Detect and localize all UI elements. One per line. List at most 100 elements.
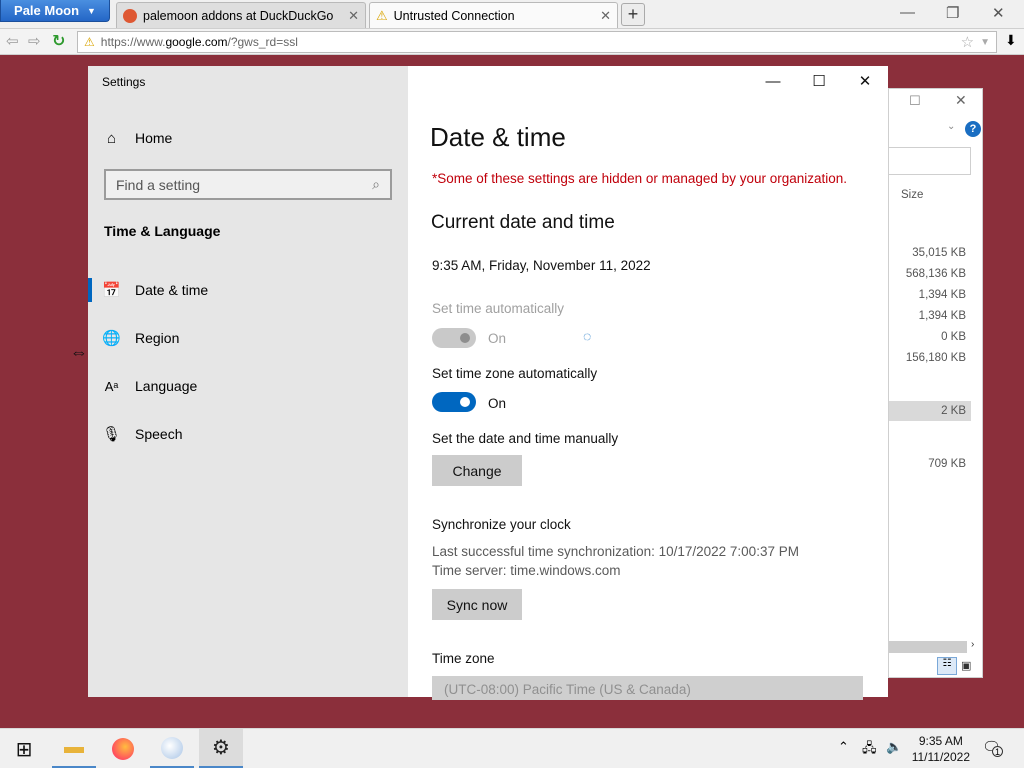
horizontal-scrollbar[interactable]: [889, 641, 967, 653]
home-icon: ⌂: [106, 129, 117, 147]
settings-window: Settings ⌂ Home Find a setting ⌕ Time & …: [88, 66, 888, 700]
nav-language[interactable]: Aᵃ Language: [88, 364, 408, 408]
star-icon[interactable]: ☆: [961, 33, 974, 51]
file-size: 709 KB: [928, 458, 966, 470]
set-time-auto-label: Set time automatically: [432, 301, 565, 316]
close-tab-icon[interactable]: ✕: [600, 8, 611, 24]
url-suffix: /?gws_rd=ssl: [227, 35, 298, 49]
scroll-right-icon[interactable]: ›: [971, 639, 974, 650]
clock-time: 9:35 AM: [918, 734, 963, 748]
change-button[interactable]: Change: [432, 455, 522, 486]
settings-nav-pane: Settings ⌂ Home Find a setting ⌕ Time & …: [88, 66, 408, 697]
url-prefix: https://www.: [100, 35, 166, 49]
nav-region[interactable]: 🌐 Region: [88, 316, 408, 360]
nav-date-time[interactable]: 📅 Date & time: [88, 268, 408, 312]
url-bar[interactable]: ⚠ https://www.google.com/?gws_rd=ssl ☆ ▼: [77, 31, 997, 53]
toggle-knob: [460, 333, 470, 343]
find-setting-input[interactable]: Find a setting ⌕: [104, 169, 392, 200]
url-text: https://www.google.com/?gws_rd=ssl: [101, 35, 298, 49]
close-icon[interactable]: ✕: [992, 4, 1005, 22]
search-icon: ⌕: [372, 176, 380, 192]
new-tab-label: +: [627, 4, 639, 24]
file-size: 35,015 KB: [912, 247, 966, 259]
url-domain: google.com: [165, 35, 228, 49]
forward-icon[interactable]: ⇨: [28, 32, 41, 50]
set-time-auto-toggle[interactable]: [432, 328, 476, 348]
explorer-search-input[interactable]: [889, 147, 971, 175]
notification-center-button[interactable]: 🗨 1: [982, 738, 1004, 758]
gear-icon: ⚙: [212, 737, 230, 759]
dropdown-icon[interactable]: ▼: [980, 37, 996, 48]
folder-icon: ▬: [64, 736, 84, 758]
app-menu-label: Pale Moon: [14, 3, 80, 18]
nav-item-label: Date & time: [135, 282, 209, 298]
warning-icon: ⚠: [376, 7, 388, 23]
minimize-icon[interactable]: —: [900, 4, 915, 21]
new-tab-button[interactable]: +: [621, 3, 645, 26]
download-icon[interactable]: ⬇: [1005, 32, 1017, 49]
minimize-button[interactable]: —: [750, 66, 796, 96]
section-heading: Time & Language: [104, 223, 221, 239]
minimize-icon: —: [765, 72, 781, 90]
selection-indicator: [88, 278, 92, 302]
thumbnail-view-icon[interactable]: ▣: [961, 659, 971, 672]
firefox-icon: [112, 738, 134, 760]
taskbar-file-explorer[interactable]: ▬: [52, 729, 96, 768]
app-menu-button[interactable]: Pale Moon ▼: [0, 0, 110, 22]
start-button[interactable]: ⊞: [2, 729, 46, 768]
nav-speech[interactable]: 🎙 Speech: [88, 412, 408, 456]
column-header-size[interactable]: Size: [901, 189, 923, 201]
maximize-icon[interactable]: ☐: [909, 93, 921, 109]
back-icon[interactable]: ⇦: [6, 32, 19, 50]
current-date-value: 9:35 AM, Friday, November 11, 2022: [432, 258, 651, 273]
taskbar-palemoon[interactable]: [150, 729, 194, 768]
window-controls: — ☐ ✕: [750, 66, 888, 96]
restore-icon[interactable]: ❐: [946, 4, 959, 22]
find-setting-placeholder: Find a setting: [116, 176, 201, 193]
duckduckgo-icon: [123, 8, 137, 23]
notification-count: 1: [992, 746, 1003, 757]
chevron-up-icon[interactable]: ⌃: [838, 739, 849, 755]
set-timezone-auto-toggle[interactable]: [432, 392, 476, 412]
tab-untrusted-connection[interactable]: ⚠ Untrusted Connection ✕: [369, 2, 618, 28]
clock-date: 11/11/2022: [911, 750, 970, 764]
file-size: 156,180 KB: [905, 352, 966, 364]
chevron-down-icon[interactable]: ⌄: [947, 121, 955, 132]
file-size: 0 KB: [941, 331, 966, 343]
set-timezone-auto-state: On: [488, 396, 507, 411]
close-button[interactable]: ✕: [842, 66, 888, 96]
file-size: 568,136 KB: [905, 268, 966, 280]
taskbar-settings[interactable]: ⚙: [199, 729, 243, 768]
window-title: Settings: [102, 75, 146, 89]
sync-now-button[interactable]: Sync now: [432, 589, 522, 620]
network-icon[interactable]: 🖧: [862, 739, 877, 761]
spinner-icon: ◌: [583, 328, 592, 344]
taskbar-firefox[interactable]: [101, 729, 145, 768]
palemoon-icon: [161, 736, 183, 759]
details-view-icon[interactable]: ☷: [937, 657, 957, 675]
reload-icon[interactable]: ↻: [52, 31, 65, 51]
tab-duckduckgo[interactable]: palemoon addons at DuckDuckGo ✕: [116, 2, 366, 28]
nav-home-label: Home: [135, 130, 173, 146]
nav-item-label: Language: [135, 378, 198, 394]
warning-icon: ⚠: [84, 35, 95, 49]
help-icon[interactable]: ?: [965, 121, 981, 137]
managed-warning: *Some of these settings are hidden or ma…: [432, 171, 848, 186]
maximize-button[interactable]: ☐: [796, 66, 842, 96]
browser-nav-bar: ⇦ ⇨ ↻ ⚠ https://www.google.com/?gws_rd=s…: [0, 29, 1024, 55]
chevron-down-icon: ▼: [87, 5, 96, 16]
microphone-icon: 🎙: [101, 426, 122, 443]
timezone-value: (UTC-08:00) Pacific Time (US & Canada): [444, 682, 691, 697]
close-icon[interactable]: ✕: [955, 92, 967, 109]
browser-tab-bar: Pale Moon ▼ palemoon addons at DuckDuckG…: [0, 0, 1024, 29]
timezone-select[interactable]: (UTC-08:00) Pacific Time (US & Canada): [432, 676, 863, 700]
taskbar-clock[interactable]: 9:35 AM 11/11/2022: [912, 733, 970, 765]
language-icon: Aᵃ: [104, 378, 119, 394]
volume-icon[interactable]: 🔈: [886, 739, 902, 755]
last-sync-text: Last successful time synchronization: 10…: [432, 544, 799, 559]
nav-item-label: Region: [135, 330, 180, 346]
nav-home[interactable]: ⌂ Home: [88, 116, 408, 160]
close-tab-icon[interactable]: ✕: [348, 8, 359, 24]
nav-item-label: Speech: [135, 426, 183, 442]
toggle-knob: [460, 397, 470, 407]
